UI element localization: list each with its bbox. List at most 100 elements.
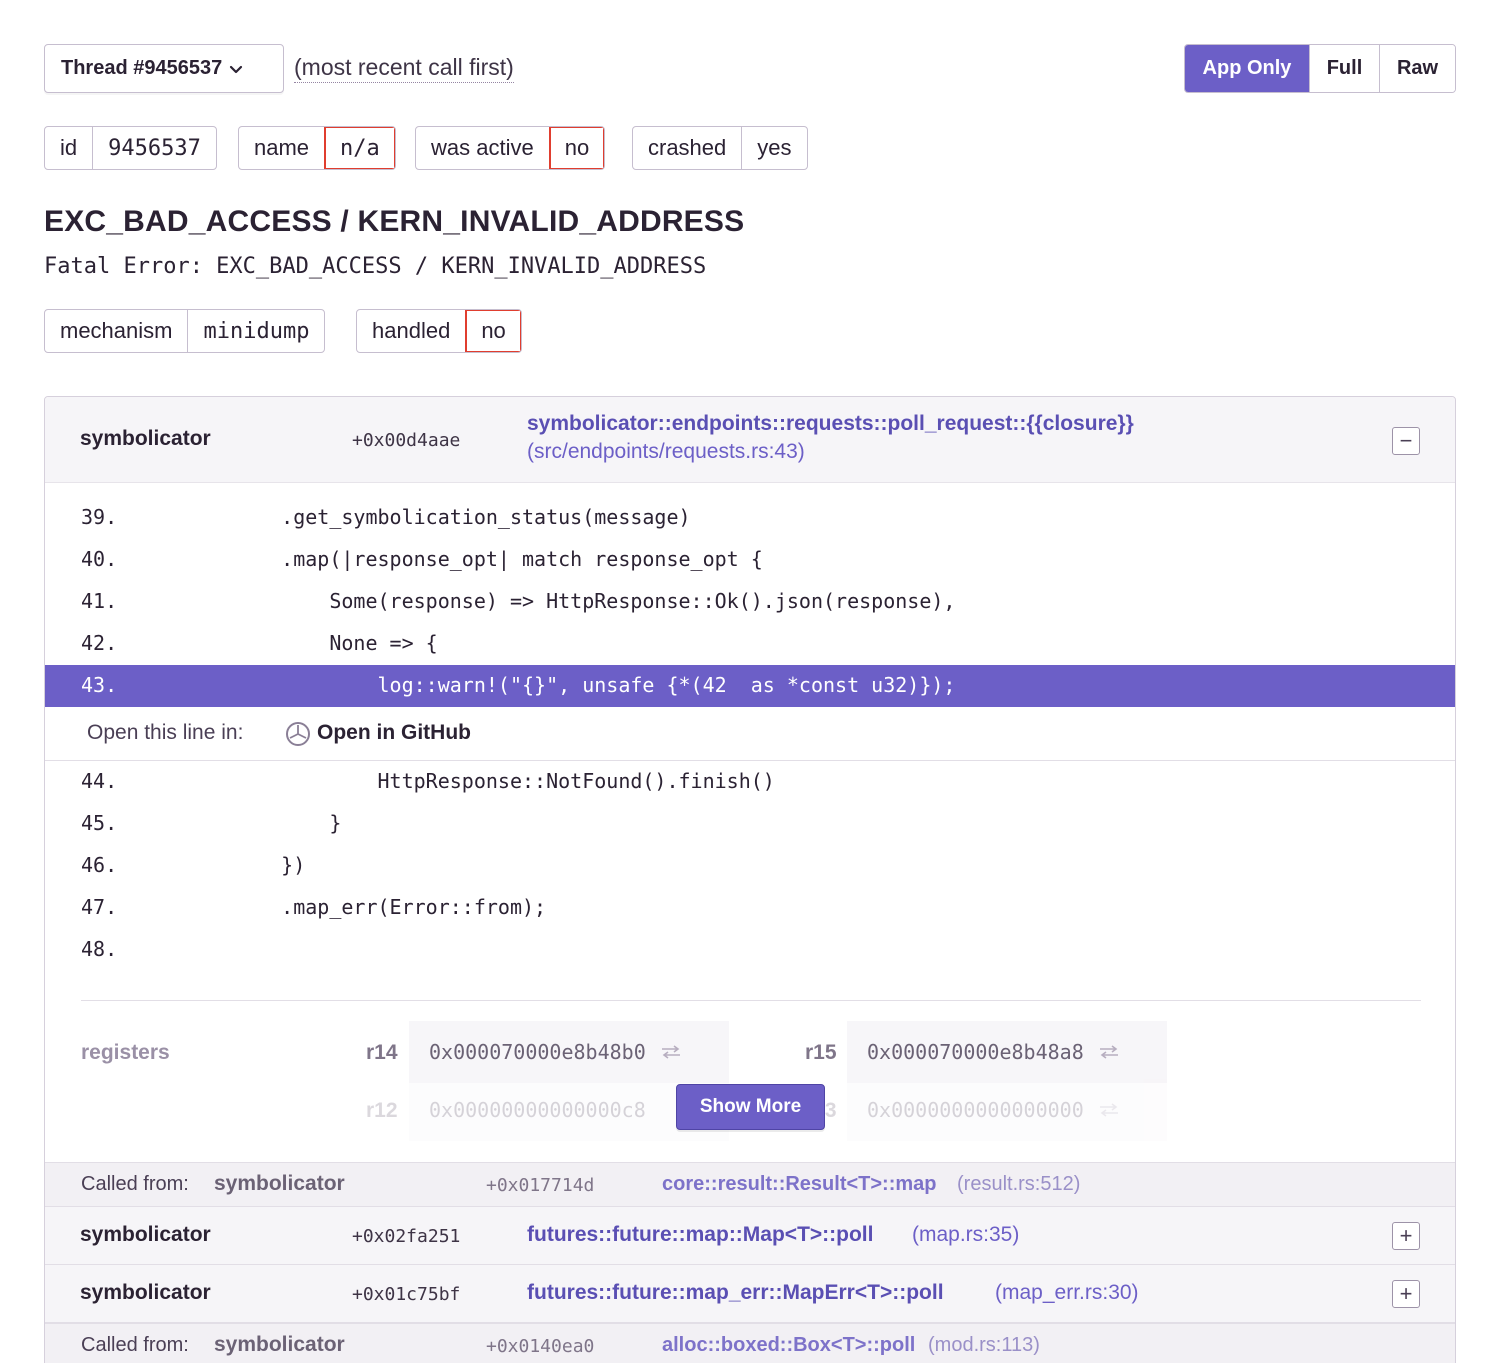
tag-was-active: was active no: [415, 126, 606, 170]
register-name: r14: [366, 1041, 398, 1064]
register-value-text: 0x0000000000000000: [867, 1098, 1084, 1122]
open-line-label: Open this line in:: [87, 721, 244, 744]
line-source: }): [233, 853, 306, 877]
open-line-bar: Open this line in: Open in GitHub: [45, 707, 1455, 761]
frame-function: core::result::Result<T>::map: [662, 1173, 937, 1195]
tag-key: id: [60, 135, 78, 160]
line-number: 47.: [81, 895, 118, 919]
line-source: None => {: [233, 631, 438, 655]
frame-header-expanded[interactable]: symbolicator +0x00d4aae symbolicator::en…: [45, 397, 1455, 483]
frame-address: +0x02fa251: [352, 1226, 461, 1247]
called-from-label: Called from:: [81, 1334, 189, 1356]
frame-function: futures::future::map::Map<T>::poll: [527, 1223, 874, 1246]
line-number: 48.: [81, 937, 118, 961]
line-source: .map_err(Error::from);: [233, 895, 547, 919]
frame-package: symbolicator: [214, 1333, 345, 1356]
tag-value: minidump: [187, 310, 324, 352]
tag-value: no: [548, 127, 604, 169]
frame-address: +0x00d4aae: [352, 430, 461, 451]
frame-row-collapsed[interactable]: symbolicator +0x02fa251 futures::future:…: [45, 1207, 1455, 1265]
collapse-frame-button[interactable]: −: [1392, 427, 1420, 455]
swap-format-icon[interactable]: [660, 1045, 682, 1059]
view-mode-toggle: App Only Full Raw: [1184, 44, 1456, 93]
line-number: 44.: [81, 769, 118, 793]
tag-key: name: [254, 135, 310, 160]
line-source: }: [233, 811, 342, 835]
register-value: 0x000070000e8b48b0: [409, 1021, 729, 1083]
frame-package: symbolicator: [80, 427, 211, 450]
frame-function: futures::future::map_err::MapErr<T>::pol…: [527, 1281, 944, 1304]
view-full-button[interactable]: Full: [1309, 45, 1379, 92]
frame-package: symbolicator: [80, 1223, 211, 1246]
show-more-registers-button[interactable]: Show More: [676, 1084, 825, 1130]
line-number: 46.: [81, 853, 118, 877]
register-value: 0x000070000e8b48a8: [847, 1021, 1167, 1083]
called-from-label: Called from:: [81, 1173, 189, 1195]
register-name: r15: [805, 1041, 837, 1064]
exception-value: Fatal Error: EXC_BAD_ACCESS / KERN_INVAL…: [44, 254, 707, 279]
thread-selector[interactable]: Thread #9456537: [44, 44, 284, 93]
tag-key: handled: [372, 318, 451, 343]
tag-name: name n/a: [238, 126, 396, 170]
tag-key: was active: [431, 135, 534, 160]
tag-id: id 9456537: [44, 126, 217, 170]
tag-key: crashed: [648, 135, 727, 160]
line-number: 43.: [81, 673, 118, 697]
call-order-note: (most recent call first): [294, 52, 514, 83]
frame-file: (mod.rs:113): [928, 1334, 1040, 1356]
tag-crashed: crashed yes: [632, 126, 808, 170]
code-line: 41. Some(response) => HttpResponse::Ok()…: [45, 581, 1455, 623]
exception-title: EXC_BAD_ACCESS / KERN_INVALID_ADDRESS: [44, 205, 745, 238]
line-number: 39.: [81, 505, 118, 529]
tag-handled: handled no: [356, 309, 522, 353]
github-icon: [286, 722, 310, 746]
frame-address: +0x0140ea0: [486, 1336, 595, 1357]
view-raw-button[interactable]: Raw: [1379, 45, 1455, 92]
tag-value: 9456537: [92, 127, 216, 169]
called-from-row[interactable]: Called from: symbolicator +0x017714d cor…: [45, 1162, 1455, 1207]
line-number: 45.: [81, 811, 118, 835]
code-line: 45. }: [45, 803, 1455, 845]
frame-function: alloc::boxed::Box<T>::poll: [662, 1334, 916, 1356]
stack-frames: symbolicator +0x00d4aae symbolicator::en…: [44, 396, 1456, 1363]
tag-value: yes: [741, 127, 806, 169]
line-source: Some(response) => HttpResponse::Ok().jso…: [233, 589, 956, 613]
frame-row-collapsed[interactable]: symbolicator +0x01c75bf futures::future:…: [45, 1265, 1455, 1323]
line-source: .map(|response_opt| match response_opt {: [233, 547, 763, 571]
frame-address: +0x017714d: [486, 1175, 595, 1196]
code-line: 44. HttpResponse::NotFound().finish(): [45, 761, 1455, 803]
tag-mechanism: mechanism minidump: [44, 309, 326, 353]
registers-label: registers: [81, 1041, 170, 1064]
code-line: 48.: [45, 929, 1455, 971]
frame-file: (result.rs:512): [957, 1173, 1081, 1195]
frame-package: symbolicator: [214, 1172, 345, 1195]
register-name: r12: [366, 1099, 398, 1122]
code-line: 46. }): [45, 845, 1455, 887]
frame-file: (map.rs:35): [912, 1223, 1020, 1246]
called-from-row[interactable]: Called from: symbolicator +0x0140ea0 all…: [45, 1323, 1455, 1363]
chevron-down-icon: [230, 65, 243, 73]
tag-key: mechanism: [60, 318, 173, 343]
open-in-github-link[interactable]: Open in GitHub: [317, 721, 471, 745]
line-number: 41.: [81, 589, 118, 613]
code-line: 42. None => {: [45, 623, 1455, 665]
swap-format-icon: [1099, 1103, 1118, 1117]
registers-divider: [81, 1000, 1421, 1001]
line-source: .get_symbolication_status(message): [233, 505, 691, 529]
expand-frame-button[interactable]: +: [1392, 1222, 1420, 1250]
frame-function: symbolicator::endpoints::requests::poll_…: [527, 412, 1134, 435]
thread-selector-label: Thread #9456537: [61, 57, 223, 79]
register-value: 0x0000000000000000: [847, 1079, 1167, 1141]
view-app-only-button[interactable]: App Only: [1185, 45, 1309, 92]
register-value-text: 0x00000000000000c8: [429, 1098, 646, 1122]
expand-frame-button[interactable]: +: [1392, 1280, 1420, 1308]
tag-value: no: [465, 310, 520, 352]
line-source: log::warn!("{}", unsafe {*(42 as *const …: [233, 673, 956, 697]
line-source: HttpResponse::NotFound().finish(): [233, 769, 775, 793]
code-line: 40. .map(|response_opt| match response_o…: [45, 539, 1455, 581]
line-number: 40.: [81, 547, 118, 571]
frame-address: +0x01c75bf: [352, 1284, 461, 1305]
swap-format-icon[interactable]: [1098, 1045, 1120, 1059]
frame-package: symbolicator: [80, 1281, 211, 1304]
code-line: 39. .get_symbolication_status(message): [45, 497, 1455, 539]
